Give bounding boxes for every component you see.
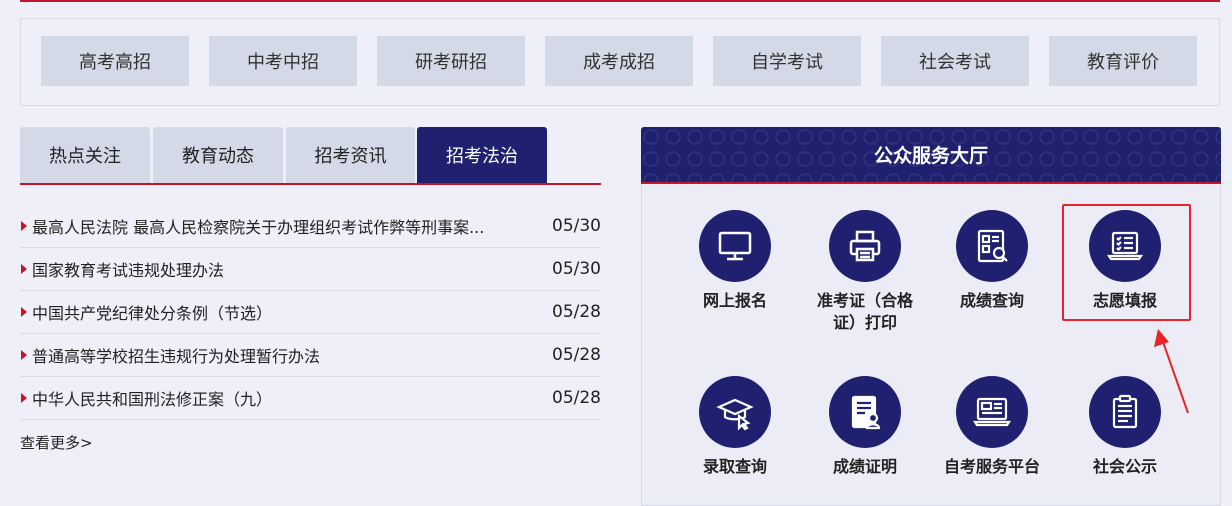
exam-category-zixue[interactable]: 自学考试 [713,36,861,86]
highlight-box [1062,204,1191,321]
service-icon-circle [829,376,901,448]
service-hall-header: 公众服务大厅 [641,127,1221,182]
service-self-study-platform[interactable]: 自考服务平台 [932,376,1052,478]
service-label: 录取查询 [702,457,767,476]
news-date: 05/28 [552,345,601,365]
service-label: 自考服务平台 [943,457,1040,476]
service-score-certificate[interactable]: 成绩证明 [805,376,925,478]
news-date: 05/28 [552,388,601,408]
exam-category-pingjia[interactable]: 教育评价 [1049,36,1197,86]
service-icon-circle [829,210,901,282]
tab-hot-topics[interactable]: 热点关注 [20,127,150,183]
exam-category-bar: 高考高招 中考中招 研考研招 成考成招 自学考试 社会考试 教育评价 [20,18,1220,106]
tab-exam-info[interactable]: 招考资讯 [286,127,415,183]
news-date: 05/28 [552,302,601,322]
news-title[interactable]: 中国共产党纪律处分条例（节选） [32,300,541,324]
list-item[interactable]: 国家教育考试违规处理办法 05/30 [20,248,601,291]
bullet-icon [21,264,27,274]
service-icon-circle [956,376,1028,448]
service-score-query[interactable]: 成绩查询 [932,210,1052,312]
news-title[interactable]: 最高人民法院 最高人民检察院关于办理组织考试作弊等刑事案... [32,214,541,238]
exam-category-zhongkao[interactable]: 中考中招 [209,36,357,86]
panel-red-line [641,182,1221,184]
monitor-icon [718,231,752,261]
graduation-cap-icon [716,398,754,431]
exam-category-chengkao[interactable]: 成考成招 [545,36,693,86]
news-date: 05/30 [552,259,601,279]
news-title[interactable]: 国家教育考试违规处理办法 [32,257,541,281]
view-more-link[interactable]: 查看更多> [20,432,93,453]
certificate-icon [851,395,881,430]
top-red-line [20,0,1220,2]
news-title[interactable]: 中华人民共和国刑法修正案（九） [32,386,541,410]
service-admission-query[interactable]: 录取查询 [675,376,795,478]
service-online-registration[interactable]: 网上报名 [675,210,795,312]
news-date: 05/30 [552,216,601,236]
service-icon-circle [699,210,771,282]
bullet-icon [21,221,27,231]
service-icon-circle [699,376,771,448]
annotation-arrow-icon [1154,329,1189,414]
bullet-icon [21,307,27,317]
service-hall-title: 公众服务大厅 [873,145,988,167]
tab-underline [20,183,601,185]
list-item[interactable]: 中国共产党纪律处分条例（节选） 05/28 [20,291,601,334]
tab-education-news[interactable]: 教育动态 [153,127,283,183]
tab-exam-law[interactable]: 招考法治 [417,127,547,183]
bullet-icon [21,350,27,360]
list-item[interactable]: 中华人民共和国刑法修正案（九） 05/28 [20,377,601,420]
service-label: 社会公示 [1092,457,1157,476]
list-item[interactable]: 最高人民法院 最高人民检察院关于办理组织考试作弊等刑事案... 05/30 [20,205,601,248]
exam-category-gaokao[interactable]: 高考高招 [41,36,189,86]
list-item[interactable]: 普通高等学校招生违规行为处理暂行办法 05/28 [20,334,601,377]
news-tabs: 热点关注 教育动态 招考资讯 招考法治 [20,127,601,183]
service-label: 网上报名 [702,291,767,310]
exam-category-yankao[interactable]: 研考研招 [377,36,525,86]
printer-icon [849,230,881,262]
clipboard-icon [1112,394,1138,429]
news-title[interactable]: 普通高等学校招生违规行为处理暂行办法 [32,343,541,367]
service-admission-ticket-print[interactable]: 准考证（合格证）打印 [805,210,925,334]
service-icon-circle [956,210,1028,282]
service-label: 准考证（合格证）打印 [816,291,913,332]
online-service-icon [972,397,1012,427]
exam-category-shehui[interactable]: 社会考试 [881,36,1029,86]
score-search-icon [977,229,1008,263]
news-list: 最高人民法院 最高人民检察院关于办理组织考试作弊等刑事案... 05/30 国家… [20,205,601,420]
service-label: 成绩查询 [959,291,1024,310]
bullet-icon [21,393,27,403]
service-label: 成绩证明 [832,457,897,476]
